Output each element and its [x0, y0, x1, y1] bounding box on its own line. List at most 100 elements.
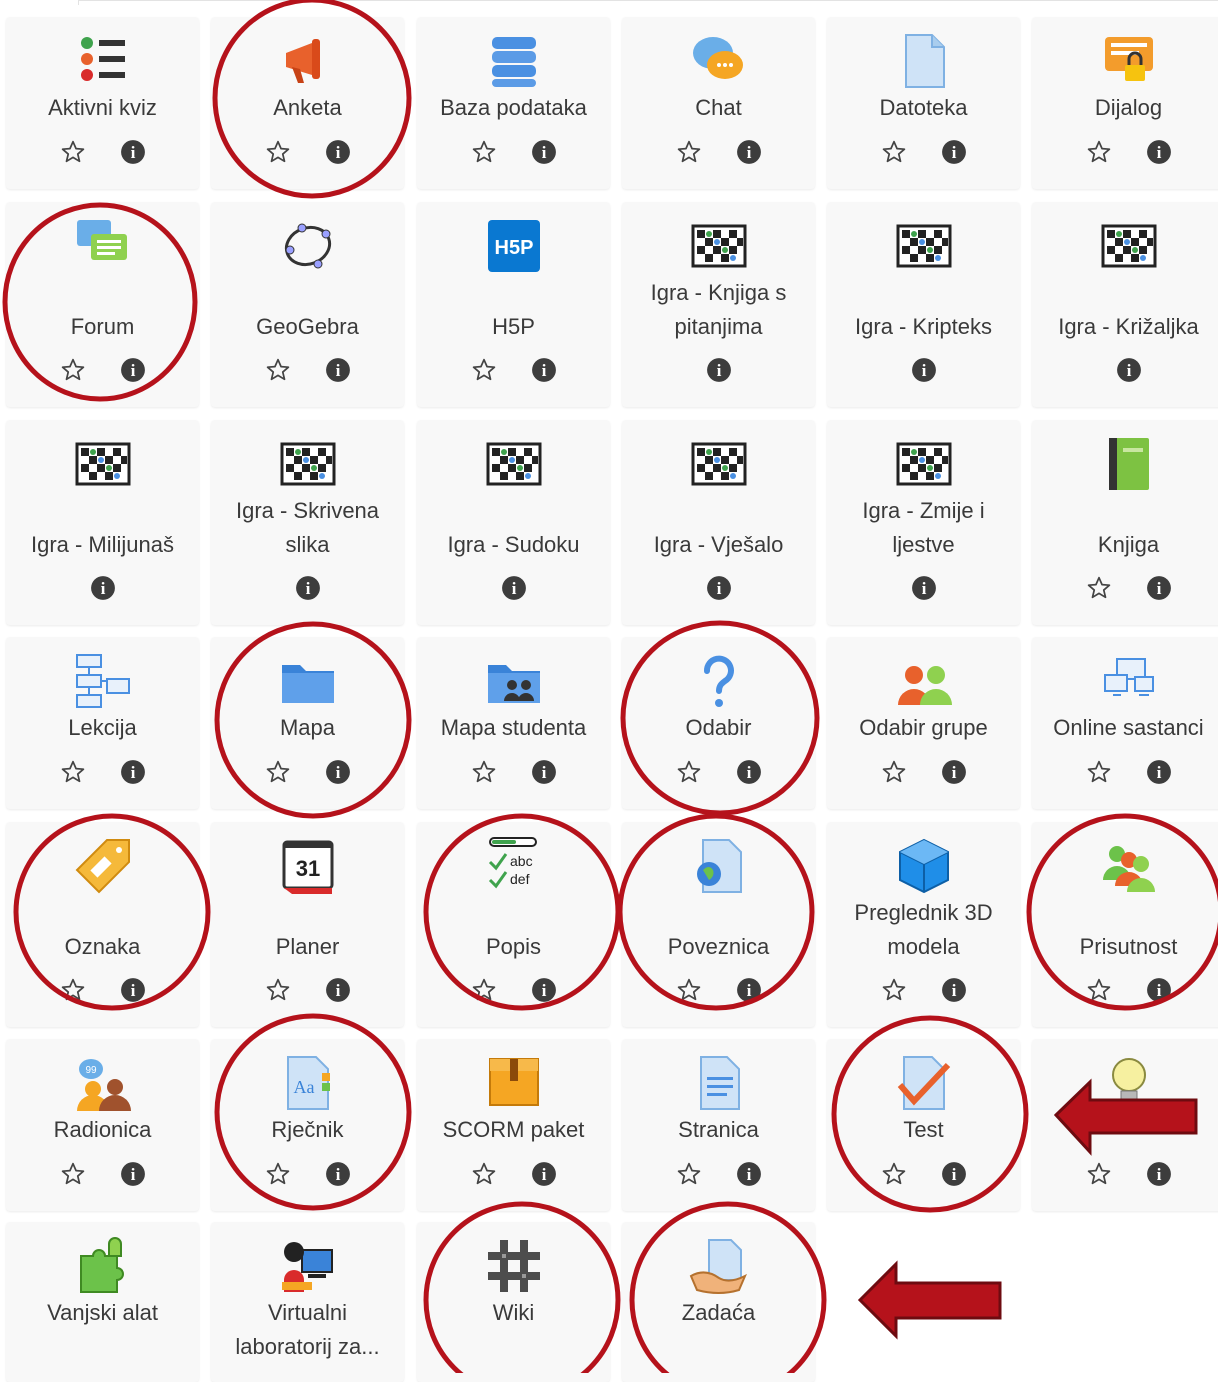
star-icon[interactable]	[471, 139, 497, 169]
activity-tile-oznaka[interactable]: Oznaka i	[6, 822, 199, 1027]
info-icon[interactable]: i	[120, 977, 146, 1007]
info-icon[interactable]: i	[911, 357, 937, 387]
activity-tile-radionica[interactable]: 99 Radionica i	[6, 1039, 199, 1211]
info-icon[interactable]: i	[736, 977, 762, 1007]
info-icon[interactable]: i	[120, 1161, 146, 1191]
info-icon[interactable]: i	[941, 759, 967, 789]
star-icon[interactable]	[60, 977, 86, 1007]
activity-tile-zadaca[interactable]: Zadaća	[622, 1222, 815, 1382]
info-icon[interactable]: i	[706, 575, 732, 605]
activity-tile-stranica[interactable]: Stranica i	[622, 1039, 815, 1211]
star-icon[interactable]	[265, 1161, 291, 1191]
info-icon[interactable]: i	[325, 759, 351, 789]
activity-tile-dijalog[interactable]: Dijalog i	[1032, 17, 1218, 189]
star-icon[interactable]	[1086, 759, 1112, 789]
info-icon[interactable]: i	[1146, 575, 1172, 605]
star-icon[interactable]	[265, 357, 291, 387]
activity-tile-baza-podataka[interactable]: Baza podataka i	[417, 17, 610, 189]
activity-tile-igra-skrivena-slika[interactable]: Igra - Skrivena slika i	[211, 420, 404, 625]
star-icon[interactable]	[60, 1161, 86, 1191]
info-icon[interactable]: i	[531, 139, 557, 169]
activity-tile-forum[interactable]: Forum i	[6, 202, 199, 407]
info-icon[interactable]: i	[120, 357, 146, 387]
activity-tile-scorm-paket[interactable]: SCORM paket i	[417, 1039, 610, 1211]
star-icon[interactable]	[1086, 575, 1112, 605]
info-icon[interactable]: i	[1146, 139, 1172, 169]
activity-tile-rjecnik[interactable]: Aa Rječnik i	[211, 1039, 404, 1211]
star-icon[interactable]	[676, 139, 702, 169]
info-icon[interactable]: i	[325, 357, 351, 387]
activity-tile-datoteka[interactable]: Datoteka i	[827, 17, 1020, 189]
activity-tile-anketa[interactable]: Anketa i	[211, 17, 404, 189]
activity-tile-igra-kripteks[interactable]: Igra - Kripteks i	[827, 202, 1020, 407]
activity-tile-igra-vjesalo[interactable]: Igra - Vješalo i	[622, 420, 815, 625]
star-icon[interactable]	[1086, 139, 1112, 169]
star-icon[interactable]	[265, 139, 291, 169]
activity-tile-poveznica[interactable]: Poveznica i	[622, 822, 815, 1027]
info-icon[interactable]: i	[531, 977, 557, 1007]
star-icon[interactable]	[471, 1161, 497, 1191]
info-icon[interactable]: i	[1146, 759, 1172, 789]
info-icon[interactable]: i	[531, 357, 557, 387]
activity-tile-igra-krizaljka[interactable]: Igra - Križaljka i	[1032, 202, 1218, 407]
info-icon[interactable]: i	[706, 357, 732, 387]
info-icon[interactable]: i	[736, 139, 762, 169]
activity-tile-igra-milijunas[interactable]: Igra - Milijunaš i	[6, 420, 199, 625]
star-icon[interactable]	[881, 977, 907, 1007]
activity-tile-virtualni-laboratorij-za[interactable]: Virtualni laboratorij za...	[211, 1222, 404, 1382]
activity-tile-h5p[interactable]: H5P H5P i	[417, 202, 610, 407]
activity-tile-online-sastanci[interactable]: Online sastanci i	[1032, 637, 1218, 809]
info-icon[interactable]: i	[325, 139, 351, 169]
info-icon[interactable]: i	[120, 759, 146, 789]
star-icon[interactable]	[471, 977, 497, 1007]
activity-tile-aktivni-kviz[interactable]: Aktivni kviz i	[6, 17, 199, 189]
star-icon[interactable]	[1086, 1161, 1112, 1191]
info-icon[interactable]: i	[911, 575, 937, 605]
activity-tile-geogebra[interactable]: GeoGebra i	[211, 202, 404, 407]
info-icon[interactable]: i	[1116, 357, 1142, 387]
activity-tile-planer[interactable]: 31 Planer i	[211, 822, 404, 1027]
info-icon[interactable]: i	[90, 575, 116, 605]
star-icon[interactable]	[60, 357, 86, 387]
activity-tile-knjiga[interactable]: Knjiga i	[1032, 420, 1218, 625]
activity-tile-igra-knjiga-s-pitanjima[interactable]: Igra - Knjiga s pitanjima i	[622, 202, 815, 407]
star-icon[interactable]	[471, 759, 497, 789]
info-icon[interactable]: i	[295, 575, 321, 605]
star-icon[interactable]	[265, 759, 291, 789]
info-icon[interactable]: i	[1146, 1161, 1172, 1191]
star-icon[interactable]	[676, 759, 702, 789]
star-icon[interactable]	[60, 139, 86, 169]
star-icon[interactable]	[60, 759, 86, 789]
star-icon[interactable]	[265, 977, 291, 1007]
info-icon[interactable]: i	[325, 1161, 351, 1191]
info-icon[interactable]: i	[941, 139, 967, 169]
activity-tile-prisutnost[interactable]: Prisutnost i	[1032, 822, 1218, 1027]
activity-tile-popis[interactable]: abc def Popis i	[417, 822, 610, 1027]
star-icon[interactable]	[881, 139, 907, 169]
star-icon[interactable]	[881, 759, 907, 789]
info-icon[interactable]: i	[736, 1161, 762, 1191]
star-icon[interactable]	[676, 977, 702, 1007]
star-icon[interactable]	[1086, 977, 1112, 1007]
info-icon[interactable]: i	[120, 139, 146, 169]
activity-tile-wiki[interactable]: Wiki	[417, 1222, 610, 1382]
info-icon[interactable]: i	[501, 575, 527, 605]
activity-tile-odabir-grupe[interactable]: Odabir grupe i	[827, 637, 1020, 809]
star-icon[interactable]	[471, 357, 497, 387]
star-icon[interactable]	[676, 1161, 702, 1191]
info-icon[interactable]: i	[531, 759, 557, 789]
activity-tile-igra-zmije-i-ljestve[interactable]: Igra - Zmije i ljestve i	[827, 420, 1020, 625]
activity-tile-mapa-studenta[interactable]: Mapa studenta i	[417, 637, 610, 809]
activity-tile-chat[interactable]: Chat i	[622, 17, 815, 189]
activity-tile-test[interactable]: Test i	[827, 1039, 1020, 1211]
activity-tile-lightbulb-icon[interactable]: i	[1032, 1039, 1218, 1211]
info-icon[interactable]: i	[325, 977, 351, 1007]
activity-tile-lekcija[interactable]: Lekcija i	[6, 637, 199, 809]
info-icon[interactable]: i	[941, 1161, 967, 1191]
activity-tile-odabir[interactable]: Odabir i	[622, 637, 815, 809]
activity-tile-igra-sudoku[interactable]: Igra - Sudoku i	[417, 420, 610, 625]
info-icon[interactable]: i	[941, 977, 967, 1007]
info-icon[interactable]: i	[1146, 977, 1172, 1007]
star-icon[interactable]	[881, 1161, 907, 1191]
info-icon[interactable]: i	[531, 1161, 557, 1191]
